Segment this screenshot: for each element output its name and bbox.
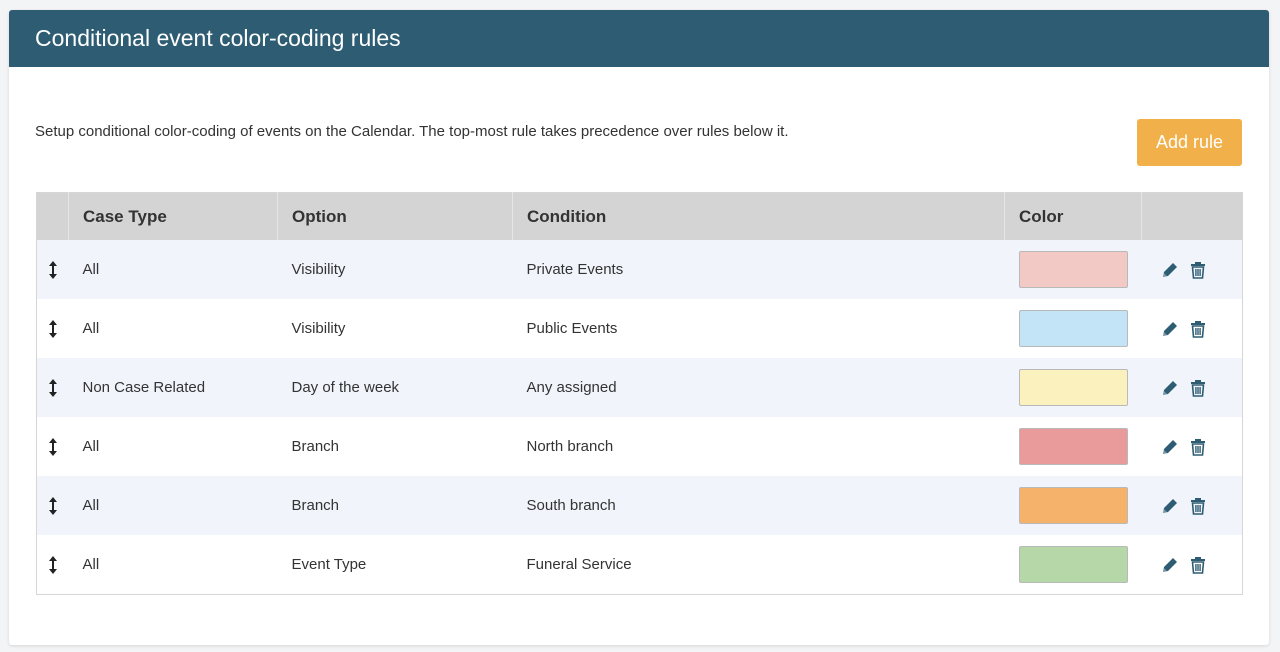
color-swatch[interactable] bbox=[1018, 487, 1128, 524]
trash-icon[interactable] bbox=[1188, 260, 1208, 280]
cell-condition: North branch bbox=[512, 417, 1005, 476]
add-rule-button[interactable]: Add rule bbox=[1137, 119, 1242, 166]
header-actions bbox=[1141, 192, 1243, 240]
table-row: All Visibility Private Events bbox=[36, 240, 1243, 299]
cell-condition: Funeral Service bbox=[512, 535, 1005, 595]
cell-option: Branch bbox=[277, 417, 513, 476]
cell-actions bbox=[1141, 535, 1243, 595]
cell-color bbox=[1004, 358, 1142, 417]
cell-color bbox=[1004, 535, 1142, 595]
cell-condition: Public Events bbox=[512, 299, 1005, 358]
header-option: Option bbox=[277, 192, 513, 240]
cell-condition: Any assigned bbox=[512, 358, 1005, 417]
drag-handle-icon[interactable] bbox=[48, 437, 58, 457]
color-swatch[interactable] bbox=[1018, 428, 1128, 465]
drag-handle-icon[interactable] bbox=[48, 260, 58, 280]
table-row: Non Case Related Day of the week Any assig… bbox=[36, 358, 1243, 417]
drag-cell[interactable] bbox=[36, 535, 69, 595]
cell-color bbox=[1004, 240, 1142, 299]
cell-actions bbox=[1141, 417, 1243, 476]
cell-case-type: All bbox=[68, 476, 278, 535]
cell-case-type: All bbox=[68, 240, 278, 299]
cell-actions bbox=[1141, 240, 1243, 299]
cell-color bbox=[1004, 476, 1142, 535]
cell-condition: Private Events bbox=[512, 240, 1005, 299]
drag-handle-icon[interactable] bbox=[48, 555, 58, 575]
drag-cell[interactable] bbox=[36, 240, 69, 299]
drag-handle-icon[interactable] bbox=[48, 378, 58, 398]
pencil-icon[interactable] bbox=[1160, 319, 1180, 339]
cell-option: Visibility bbox=[277, 299, 513, 358]
header-drag-column bbox=[36, 192, 69, 240]
panel-description: Setup conditional color-coding of events… bbox=[35, 123, 789, 140]
cell-case-type: All bbox=[68, 535, 278, 595]
cell-actions bbox=[1141, 299, 1243, 358]
color-coding-panel: Conditional event color-coding rules Set… bbox=[9, 10, 1269, 645]
trash-icon[interactable] bbox=[1188, 496, 1208, 516]
cell-option: Day of the week bbox=[277, 358, 513, 417]
drag-cell[interactable] bbox=[36, 358, 69, 417]
table-row: All Event Type Funeral Service bbox=[36, 535, 1243, 595]
pencil-icon[interactable] bbox=[1160, 260, 1180, 280]
table-row: All Visibility Public Events bbox=[36, 299, 1243, 358]
cell-condition: South branch bbox=[512, 476, 1005, 535]
cell-color bbox=[1004, 417, 1142, 476]
color-swatch[interactable] bbox=[1018, 369, 1128, 406]
cell-case-type: All bbox=[68, 299, 278, 358]
cell-option: Visibility bbox=[277, 240, 513, 299]
cell-color bbox=[1004, 299, 1142, 358]
rules-table-body: All Visibility Private Events All Visibility… bbox=[36, 240, 1243, 595]
cell-actions bbox=[1141, 358, 1243, 417]
cell-option: Branch bbox=[277, 476, 513, 535]
pencil-icon[interactable] bbox=[1160, 496, 1180, 516]
trash-icon[interactable] bbox=[1188, 555, 1208, 575]
header-color: Color bbox=[1004, 192, 1142, 240]
cell-case-type: All bbox=[68, 417, 278, 476]
table-header-row: Case Type Option Condition Color bbox=[36, 192, 1243, 240]
drag-handle-icon[interactable] bbox=[48, 496, 58, 516]
trash-icon[interactable] bbox=[1188, 319, 1208, 339]
pencil-icon[interactable] bbox=[1160, 378, 1180, 398]
drag-cell[interactable] bbox=[36, 476, 69, 535]
cell-actions bbox=[1141, 476, 1243, 535]
pencil-icon[interactable] bbox=[1160, 555, 1180, 575]
color-swatch[interactable] bbox=[1018, 251, 1128, 288]
panel-title: Conditional event color-coding rules bbox=[9, 10, 1269, 67]
trash-icon[interactable] bbox=[1188, 437, 1208, 457]
color-swatch[interactable] bbox=[1018, 546, 1128, 583]
drag-cell[interactable] bbox=[36, 417, 69, 476]
header-case-type: Case Type bbox=[68, 192, 278, 240]
trash-icon[interactable] bbox=[1188, 378, 1208, 398]
color-swatch[interactable] bbox=[1018, 310, 1128, 347]
cell-option: Event Type bbox=[277, 535, 513, 595]
pencil-icon[interactable] bbox=[1160, 437, 1180, 457]
rules-table: Case Type Option Condition Color All Visi… bbox=[36, 192, 1243, 595]
header-condition: Condition bbox=[512, 192, 1005, 240]
drag-handle-icon[interactable] bbox=[48, 319, 58, 339]
table-row: All Branch North branch bbox=[36, 417, 1243, 476]
drag-cell[interactable] bbox=[36, 299, 69, 358]
table-row: All Branch South branch bbox=[36, 476, 1243, 535]
cell-case-type: Non Case Related bbox=[68, 358, 278, 417]
